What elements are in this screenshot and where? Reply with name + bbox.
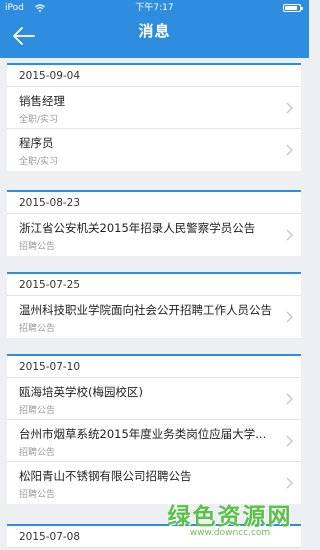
status-bar: iPod 下午7:17 — [0, 0, 309, 16]
item-title: 瓯海培英学校(梅园校区) — [19, 385, 143, 399]
item-subtitle: 招聘公告 — [19, 324, 56, 334]
chevron-right-icon — [286, 435, 293, 447]
group-date: 2015-07-10 — [7, 356, 301, 378]
list-item[interactable]: 浙江省公安机关2015年招录人民警察学员公告 招聘公告 — [7, 214, 301, 256]
chevron-right-icon — [286, 393, 293, 405]
item-subtitle: 招聘公告 — [19, 242, 56, 252]
chevron-right-icon — [286, 311, 293, 323]
item-title: 浙江省公安机关2015年招录人民警察学员公告 — [19, 221, 256, 235]
list-item[interactable]: 瓯海培英学校(梅园校区) 招聘公告 — [7, 378, 301, 420]
page-title: 消息 — [138, 22, 171, 40]
message-group: 2015-07-10 瓯海培英学校(梅园校区) 招聘公告 台州市烟草系统2015… — [7, 354, 301, 504]
message-group: 2015-09-04 销售经理 全职/实习 程序员 全职/实习 — [7, 63, 301, 171]
item-subtitle: 全职/实习 — [19, 157, 59, 167]
list-item[interactable]: 温州科技职业学院面向社会公开招聘工作人员公告 招聘公告 — [7, 296, 301, 338]
chevron-right-icon — [286, 477, 293, 489]
message-group: 2015-07-25 温州科技职业学院面向社会公开招聘工作人员公告 招聘公告 — [7, 272, 301, 338]
list-item[interactable]: 销售经理 全职/实习 — [7, 87, 301, 129]
item-title: 销售经理 — [19, 94, 65, 108]
item-subtitle: 全职/实习 — [19, 115, 59, 125]
watermark: 绿色资源网 www.downcc.com — [165, 497, 295, 538]
list-item[interactable]: 台州市烟草系统2015年度业务类岗位应届大学... 招聘公告 — [7, 420, 301, 462]
item-title: 松阳青山不锈钢有限公司招聘公告 — [19, 469, 192, 483]
item-title: 温州科技职业学院面向社会公开招聘工作人员公告 — [19, 303, 272, 317]
list-item[interactable]: 程序员 全职/实习 — [7, 129, 301, 171]
chevron-right-icon — [286, 229, 293, 241]
nav-bar: 消息 — [0, 16, 309, 58]
chevron-right-icon — [286, 144, 293, 156]
item-title: 程序员 — [19, 136, 54, 150]
group-date: 2015-09-04 — [7, 65, 301, 87]
group-date: 2015-08-23 — [7, 192, 301, 214]
watermark-text: 绿色资源网 — [167, 504, 293, 530]
app-header: iPod 下午7:17 消息 — [0, 0, 309, 58]
item-subtitle: 招聘公告 — [19, 448, 56, 458]
message-group: 2015-08-23 浙江省公安机关2015年招录人民警察学员公告 招聘公告 — [7, 190, 301, 256]
battery-icon — [283, 4, 303, 12]
chevron-right-icon — [286, 102, 293, 114]
item-subtitle: 招聘公告 — [19, 490, 56, 500]
group-date: 2015-07-25 — [7, 274, 301, 296]
back-arrow-icon[interactable] — [10, 22, 38, 50]
item-title: 台州市烟草系统2015年度业务类岗位应届大学... — [19, 427, 267, 441]
status-time: 下午7:17 — [135, 3, 174, 13]
message-list: 2015-09-04 销售经理 全职/实习 程序员 全职/实习 2015-08-… — [0, 58, 309, 550]
item-subtitle: 招聘公告 — [19, 406, 56, 416]
